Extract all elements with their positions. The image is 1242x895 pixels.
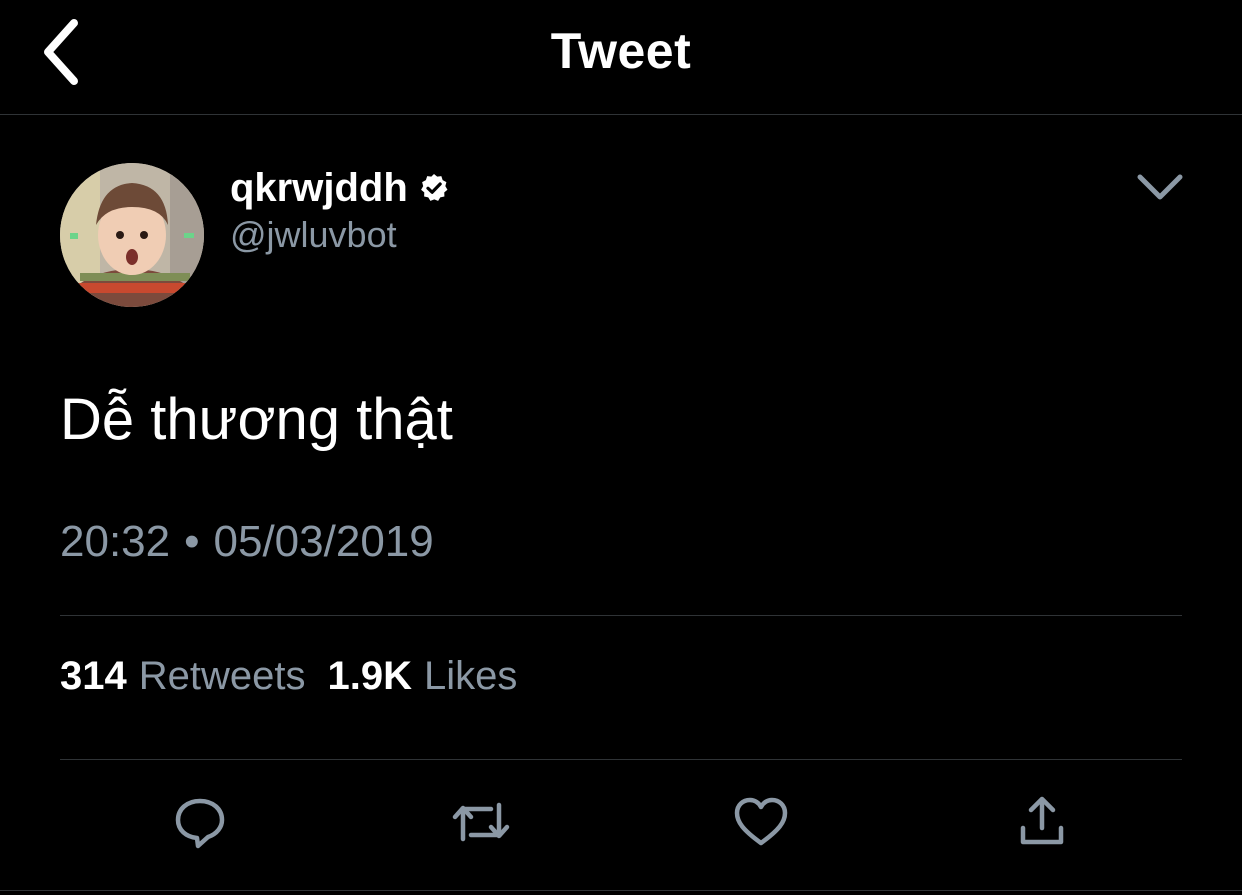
- author-name-row: qkrwjddh: [230, 163, 450, 213]
- avatar-image: [60, 163, 204, 307]
- like-button[interactable]: [729, 790, 793, 854]
- engagement-stats: 314 Retweets 1.9K Likes: [60, 654, 517, 699]
- tweet-detail-screen: Tweet qkrwjddh @jwluvbot Dễ thương thật …: [0, 0, 1242, 895]
- retweets-stat[interactable]: 314 Retweets: [60, 654, 306, 699]
- bottom-divider: [0, 890, 1242, 891]
- timestamp: 20:32 • 05/03/2019: [60, 517, 434, 567]
- user-handle[interactable]: @jwluvbot: [230, 214, 397, 256]
- action-bar: [0, 770, 1242, 880]
- verified-badge-icon: [420, 174, 448, 201]
- page-title: Tweet: [550, 23, 692, 79]
- likes-count: 1.9K: [327, 654, 413, 698]
- header-bar: Tweet: [0, 0, 1242, 115]
- retweets-count: 314: [60, 654, 127, 698]
- like-icon: [734, 797, 788, 846]
- tweet-text: Dễ thương thật: [60, 387, 453, 452]
- display-name[interactable]: qkrwjddh: [230, 168, 408, 208]
- chevron-down-icon: [1137, 174, 1183, 200]
- likes-stat[interactable]: 1.9K Likes: [328, 654, 518, 699]
- retweets-label: Retweets: [138, 654, 306, 698]
- reply-icon: [175, 798, 225, 849]
- avatar[interactable]: [60, 163, 204, 307]
- reply-button[interactable]: [168, 790, 232, 854]
- divider: [60, 759, 1182, 760]
- divider: [60, 615, 1182, 616]
- tweet-date: 05/03/2019: [213, 517, 434, 566]
- timestamp-separator: •: [184, 517, 200, 566]
- likes-label: Likes: [424, 654, 518, 698]
- retweet-button[interactable]: [449, 790, 513, 854]
- share-icon: [1020, 796, 1064, 845]
- share-button[interactable]: [1010, 790, 1074, 854]
- tweet-menu-button[interactable]: [1134, 165, 1186, 209]
- tweet-time: 20:32: [60, 517, 171, 566]
- retweet-icon: [452, 802, 510, 842]
